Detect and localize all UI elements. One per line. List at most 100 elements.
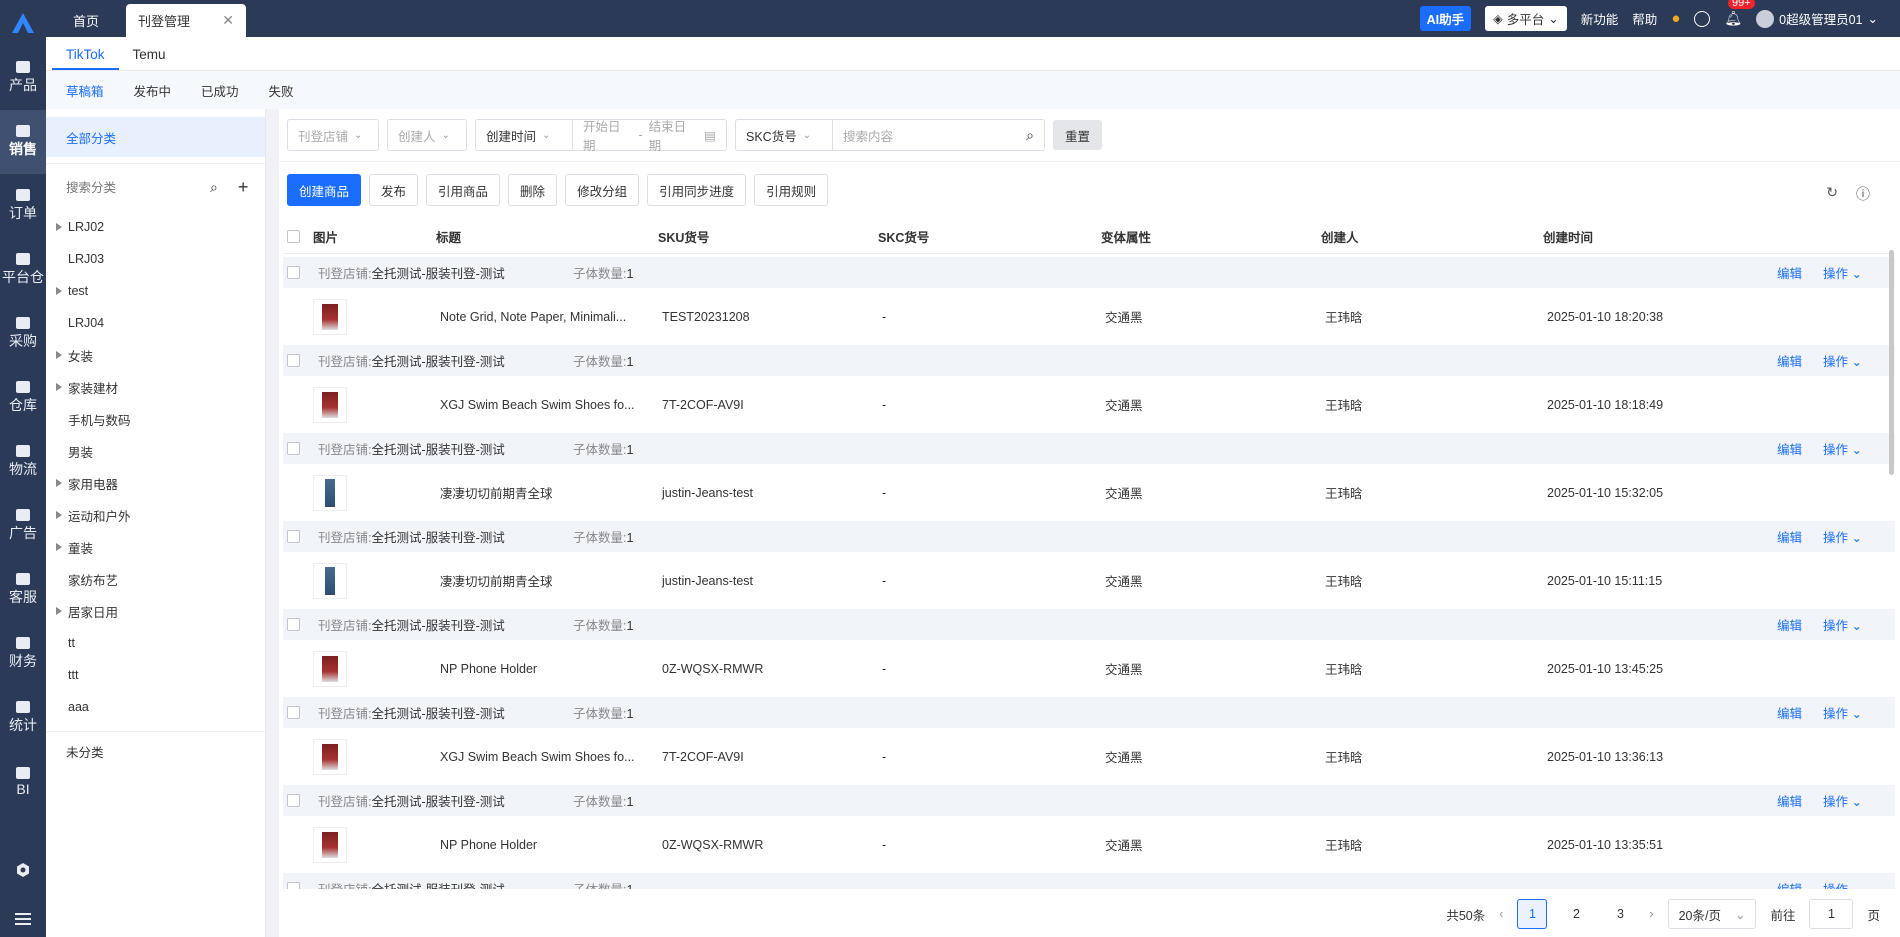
- nav-item-0[interactable]: 产品: [0, 46, 46, 110]
- cell-title[interactable]: 凄凄切切前期青全球: [440, 552, 650, 609]
- platform-select[interactable]: ◈ 多平台 ⌄: [1485, 6, 1567, 31]
- operation-dropdown[interactable]: 操作 ⌄: [1823, 527, 1862, 546]
- product-thumbnail[interactable]: [313, 650, 347, 687]
- publish-button[interactable]: 发布: [369, 174, 419, 206]
- menu-icon[interactable]: [0, 912, 46, 926]
- nav-item-8[interactable]: 客服: [0, 558, 46, 622]
- row-checkbox[interactable]: [287, 794, 300, 807]
- product-thumbnail[interactable]: [313, 298, 347, 335]
- nav-item-9[interactable]: 财务: [0, 622, 46, 686]
- category-uncategorized[interactable]: 未分类: [46, 731, 265, 771]
- shop-select[interactable]: 刊登店铺 ⌄: [287, 119, 379, 151]
- tab-publishing[interactable]: 发布中: [134, 81, 172, 100]
- operation-dropdown[interactable]: 操作 ⌄: [1823, 263, 1862, 282]
- prev-page-icon[interactable]: ‹: [1499, 907, 1503, 921]
- cell-title[interactable]: NP Phone Holder: [440, 640, 650, 697]
- table-scrollbar[interactable]: [1889, 250, 1894, 475]
- category-item[interactable]: LRJ03: [46, 243, 265, 275]
- page-size-select[interactable]: 20条/页 ⌄: [1667, 899, 1757, 929]
- category-item[interactable]: ttt: [46, 659, 265, 691]
- edit-link[interactable]: 编辑: [1777, 791, 1802, 810]
- cell-title[interactable]: XGJ Swim Beach Swim Shoes fo...: [440, 728, 650, 785]
- search-input[interactable]: 搜索内容 ⌕: [833, 119, 1045, 151]
- operation-dropdown[interactable]: 操作 ⌄: [1823, 439, 1862, 458]
- caret-right-icon[interactable]: [56, 223, 62, 231]
- support-agent-icon[interactable]: ●: [1671, 10, 1680, 27]
- row-checkbox[interactable]: [287, 354, 300, 367]
- nav-item-2[interactable]: 订单: [0, 174, 46, 238]
- reference-rules-button[interactable]: 引用规则: [754, 174, 829, 206]
- category-item[interactable]: 童装: [46, 531, 265, 563]
- new-features-link[interactable]: 新功能: [1581, 9, 1619, 28]
- category-search-input[interactable]: [66, 180, 186, 195]
- nav-item-3[interactable]: 平台仓: [0, 238, 46, 302]
- cell-title[interactable]: 凄凄切切前期青全球: [440, 464, 650, 521]
- search-icon[interactable]: ⌕: [1026, 127, 1034, 144]
- operation-dropdown[interactable]: 操作 ⌄: [1823, 791, 1862, 810]
- operation-dropdown[interactable]: 操作 ⌄: [1823, 351, 1862, 370]
- cell-title[interactable]: XGJ Swim Beach Swim Shoes fo...: [440, 376, 650, 433]
- refresh-icon[interactable]: ↻: [1826, 184, 1838, 204]
- nav-item-7[interactable]: 广告: [0, 494, 46, 558]
- create-product-button[interactable]: 创建商品: [287, 174, 362, 206]
- tab-failed[interactable]: 失败: [269, 81, 294, 100]
- add-category-icon[interactable]: +: [238, 177, 249, 198]
- next-page-icon[interactable]: ›: [1649, 907, 1653, 921]
- settings-icon[interactable]: [0, 862, 46, 878]
- nav-item-6[interactable]: 物流: [0, 430, 46, 494]
- tab-drafts[interactable]: 草稿箱: [66, 81, 104, 100]
- category-item[interactable]: LRJ04: [46, 307, 265, 339]
- category-item[interactable]: 女装: [46, 339, 265, 371]
- goto-page-input[interactable]: 1: [1809, 899, 1854, 929]
- caret-right-icon[interactable]: [56, 543, 62, 551]
- sync-progress-button[interactable]: 引用同步进度: [647, 174, 747, 206]
- operation-dropdown[interactable]: 操作 ⌄: [1823, 879, 1862, 889]
- caret-right-icon[interactable]: [56, 479, 62, 487]
- edit-link[interactable]: 编辑: [1777, 615, 1802, 634]
- nav-item-10[interactable]: 统计: [0, 686, 46, 750]
- user-menu[interactable]: 0超级管理员01 ⌄: [1756, 9, 1878, 28]
- caret-right-icon[interactable]: [56, 511, 62, 519]
- row-checkbox[interactable]: [287, 266, 300, 279]
- product-thumbnail[interactable]: [313, 738, 347, 775]
- category-item[interactable]: 家装建材: [46, 371, 265, 403]
- operation-dropdown[interactable]: 操作 ⌄: [1823, 703, 1862, 722]
- category-item[interactable]: aaa: [46, 691, 265, 723]
- page-2[interactable]: 2: [1561, 899, 1591, 929]
- cell-title[interactable]: Note Grid, Note Paper, Minimali...: [440, 288, 650, 345]
- nav-item-5[interactable]: 仓库: [0, 366, 46, 430]
- nav-item-4[interactable]: 采购: [0, 302, 46, 366]
- close-icon[interactable]: ✕: [222, 12, 234, 29]
- ai-assistant-button[interactable]: AI助手: [1419, 6, 1472, 31]
- category-item[interactable]: LRJ02: [46, 211, 265, 243]
- edit-link[interactable]: 编辑: [1777, 439, 1802, 458]
- category-all[interactable]: 全部分类: [46, 117, 265, 157]
- row-checkbox[interactable]: [287, 706, 300, 719]
- tab-home[interactable]: 首页: [46, 4, 126, 37]
- edit-link[interactable]: 编辑: [1777, 879, 1802, 889]
- date-range-input[interactable]: 开始日期 - 结束日期 ▤: [573, 119, 727, 153]
- row-checkbox[interactable]: [287, 618, 300, 631]
- tab-temu[interactable]: Temu: [119, 47, 180, 70]
- operation-dropdown[interactable]: 操作 ⌄: [1823, 615, 1862, 634]
- search-type-select[interactable]: SKC货号 ⌄: [735, 119, 833, 151]
- caret-right-icon[interactable]: [56, 383, 62, 391]
- category-item[interactable]: 家纺布艺: [46, 563, 265, 595]
- caret-right-icon[interactable]: [56, 351, 62, 359]
- edit-link[interactable]: 编辑: [1777, 527, 1802, 546]
- page-3[interactable]: 3: [1605, 899, 1635, 929]
- change-group-button[interactable]: 修改分组: [565, 174, 640, 206]
- nav-item-11[interactable]: BI: [0, 750, 46, 814]
- category-item[interactable]: test: [46, 275, 265, 307]
- edit-link[interactable]: 编辑: [1777, 703, 1802, 722]
- product-thumbnail[interactable]: [313, 386, 347, 423]
- app-logo[interactable]: [0, 0, 46, 46]
- row-checkbox[interactable]: [287, 530, 300, 543]
- edit-link[interactable]: 编辑: [1777, 351, 1802, 370]
- help-link[interactable]: 帮助: [1632, 9, 1657, 28]
- reference-product-button[interactable]: 引用商品: [426, 174, 501, 206]
- product-thumbnail[interactable]: [313, 474, 347, 511]
- category-item[interactable]: 居家日用: [46, 595, 265, 627]
- nav-item-1[interactable]: 销售: [0, 110, 46, 174]
- tab-listing-management[interactable]: 刊登管理 ✕: [126, 4, 246, 37]
